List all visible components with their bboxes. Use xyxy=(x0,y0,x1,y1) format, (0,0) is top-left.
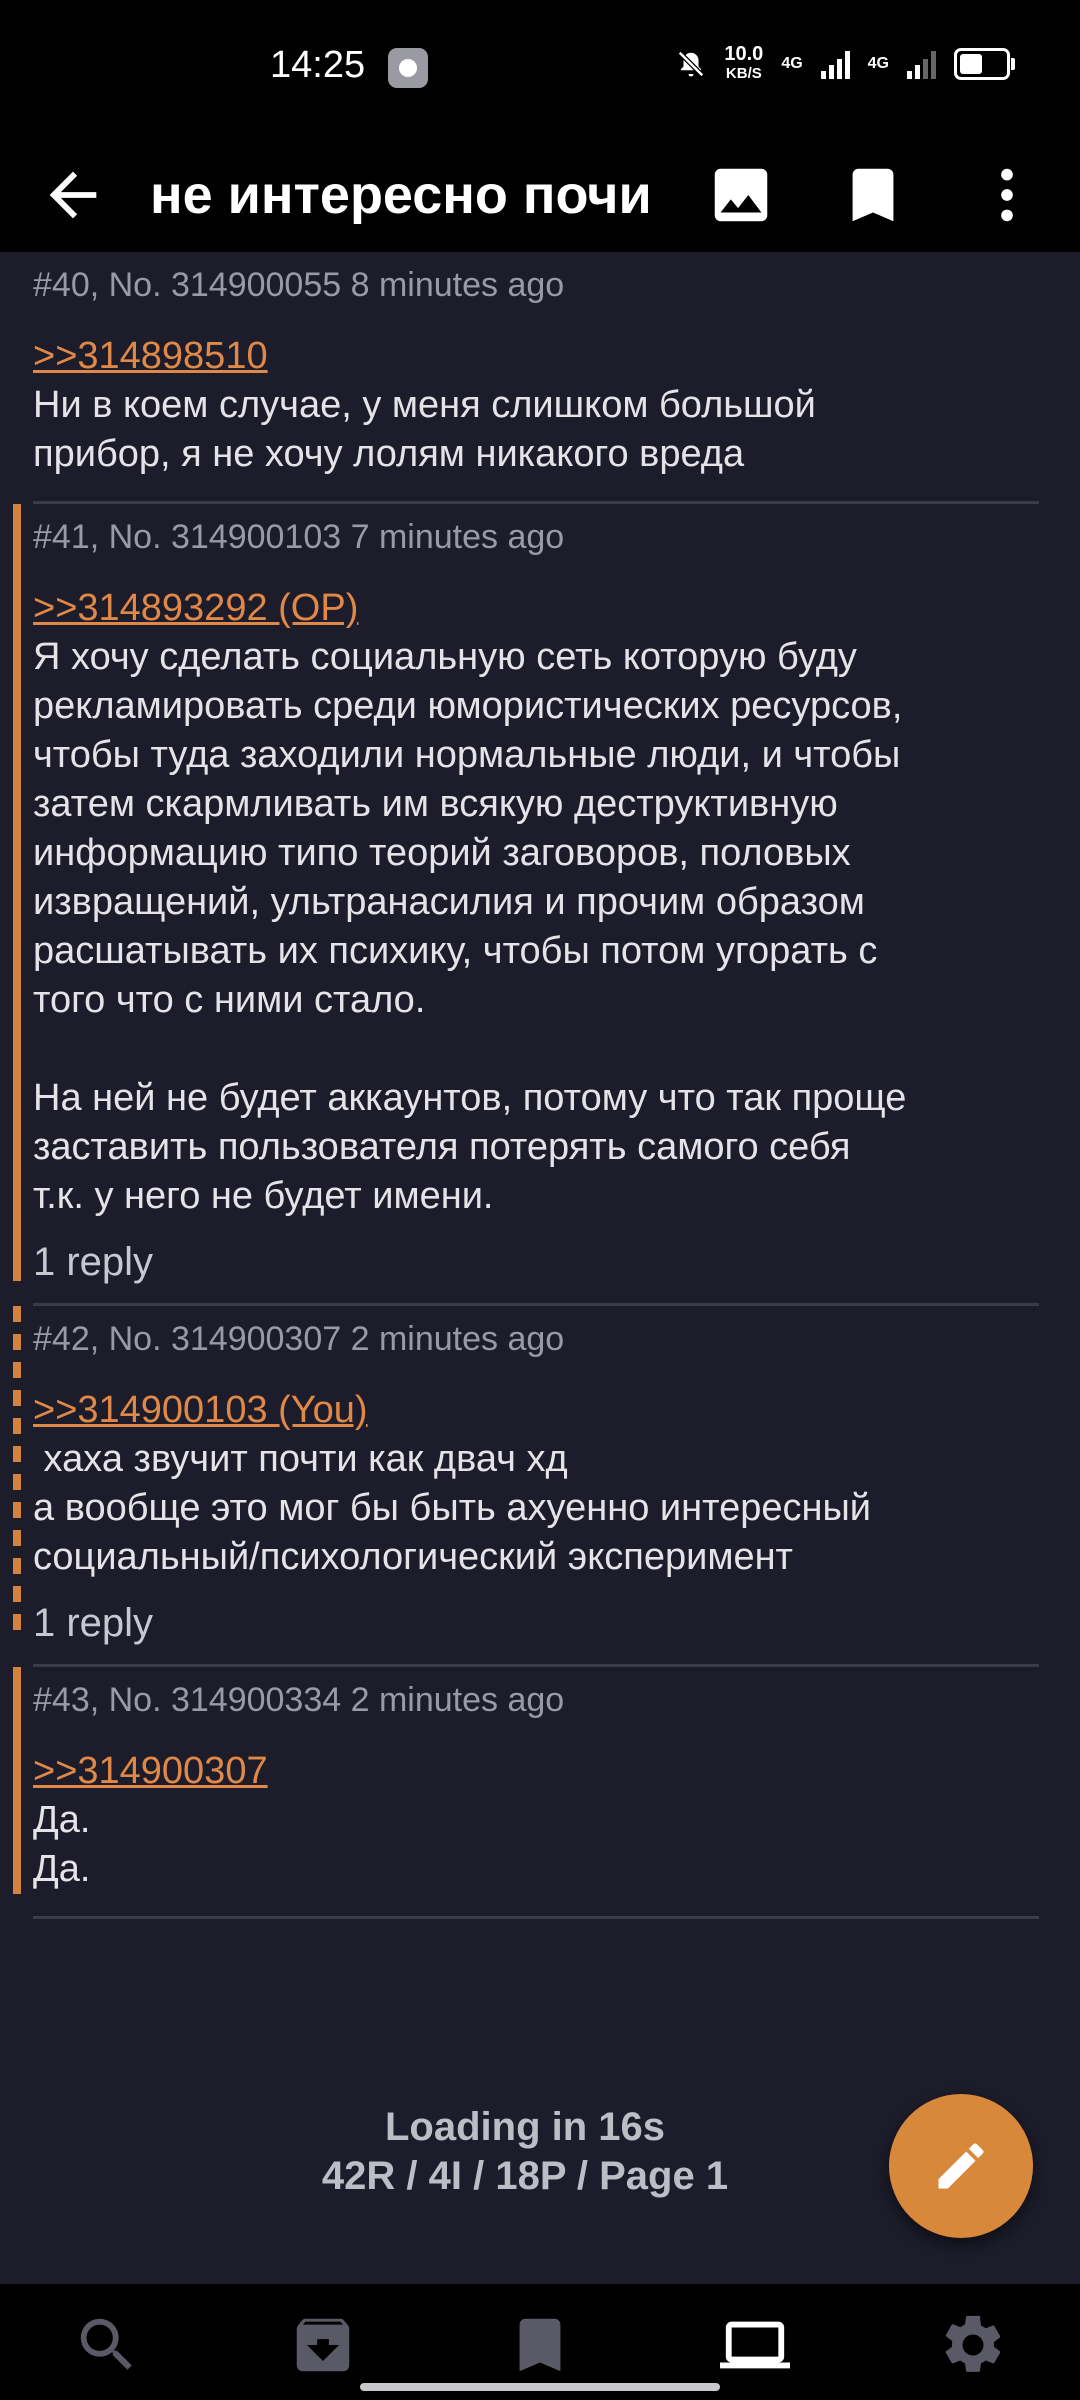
post-42[interactable]: #42, No. 314900307 2 minutes ago >>31490… xyxy=(13,1306,1039,1667)
home-indicator xyxy=(360,2383,720,2391)
post-header: #43, No. 314900334 2 minutes ago xyxy=(33,1681,565,1719)
signal-icon xyxy=(820,49,850,79)
post-text-line: затем скармливать им всякую деструктивну… xyxy=(33,783,838,825)
bookmark-icon[interactable] xyxy=(838,160,908,230)
signal-icon-2 xyxy=(907,49,936,79)
network-type-2: 4G xyxy=(867,55,889,72)
post-text-line: информацию типо теорий заговоров, половы… xyxy=(33,832,851,874)
post-text-line: прибор, я не хочу лолям никакого вреда xyxy=(33,433,745,475)
status-time: 14:25 xyxy=(270,44,366,86)
thread-title: не интересно почи xyxy=(150,165,652,225)
post-text-line: а вообще это мог бы быть ахуенно интерес… xyxy=(33,1487,872,1529)
post-text-line: Да. xyxy=(33,1799,91,1841)
post-spacer xyxy=(33,479,1039,501)
post-text-line: извращений, ультранасилия и прочим образ… xyxy=(33,881,865,923)
post-blank-line xyxy=(33,1025,1039,1074)
archive-icon[interactable] xyxy=(288,2310,358,2380)
post-body: >>314900103 (You) хаха звучит почти как … xyxy=(33,1370,1039,1582)
status-bar: 14:25 10.0 KB/S 4G 4G xyxy=(0,0,1080,138)
post-text-line: хаха звучит почти как двач хд xyxy=(33,1438,568,1480)
post-text-line: На ней не будет аккаунтов, потому что та… xyxy=(33,1077,907,1119)
pencil-icon xyxy=(938,2143,984,2189)
post-text-line: заставить пользователя потерять самого с… xyxy=(33,1126,851,1168)
post-text-line: расшатывать их психику, чтобы потом угор… xyxy=(33,930,878,972)
post-body: >>314893292 (OP) Я хочу сделать социальн… xyxy=(33,568,1039,1221)
mute-icon xyxy=(678,50,705,78)
thread-post-list[interactable]: #40, No. 314900055 8 minutes ago >>31489… xyxy=(0,252,1080,2284)
app-toolbar: не интересно почи xyxy=(0,138,1080,252)
quote-link-op[interactable]: >>314893292 (OP) xyxy=(33,584,1039,633)
back-arrow-icon[interactable] xyxy=(38,160,108,230)
more-vert-icon[interactable] xyxy=(972,160,1042,230)
network-speed: 10.0 KB/S xyxy=(724,44,763,84)
settings-icon[interactable] xyxy=(938,2310,1008,2380)
replies-count[interactable]: 1 reply xyxy=(33,1582,1039,1664)
post-header: #40, No. 314900055 8 minutes ago xyxy=(33,266,565,304)
post-text-line: того что с ними стало. xyxy=(33,979,426,1021)
post-text-line: Да. xyxy=(33,1848,91,1890)
post-text-line: чтобы туда заходили нормальные люди, и ч… xyxy=(33,734,901,776)
post-header: #42, No. 314900307 2 minutes ago xyxy=(33,1320,565,1358)
quote-link-you[interactable]: >>314900103 (You) xyxy=(33,1386,1039,1435)
post-text-line: рекламировать среди юмористических ресур… xyxy=(33,685,903,727)
post-body: >>314900307 Да. Да. xyxy=(33,1731,1039,1894)
post-40[interactable]: #40, No. 314900055 8 minutes ago >>31489… xyxy=(33,252,1039,504)
speed-value: 10.0 xyxy=(724,43,764,65)
post-text-line: Я хочу сделать социальную сеть которую б… xyxy=(33,636,857,678)
post-41[interactable]: #41, No. 314900103 7 minutes ago >>31489… xyxy=(13,504,1039,1306)
post-43[interactable]: #43, No. 314900334 2 minutes ago >>31490… xyxy=(13,1667,1039,1919)
settings-notification-icon xyxy=(388,48,428,88)
post-text-line: Ни в коем случае, у меня слишком большой xyxy=(33,384,816,426)
network-type-1: 4G xyxy=(781,55,803,72)
status-icons: 10.0 KB/S 4G 4G xyxy=(676,44,1015,84)
laptop-icon[interactable] xyxy=(720,2310,790,2380)
bookmark-nav-icon[interactable] xyxy=(505,2310,575,2380)
post-header: #41, No. 314900103 7 minutes ago xyxy=(33,518,565,556)
post-text-line: социальный/психологический эксперимент xyxy=(33,1536,793,1578)
reply-fab-button[interactable] xyxy=(889,2094,1033,2238)
image-icon[interactable] xyxy=(706,160,776,230)
replies-count[interactable]: 1 reply xyxy=(33,1221,1039,1303)
quote-link[interactable]: >>314900307 xyxy=(33,1747,1039,1796)
search-icon[interactable] xyxy=(72,2310,142,2380)
speed-unit: KB/S xyxy=(725,65,762,82)
post-spacer xyxy=(33,1894,1039,1916)
battery-icon xyxy=(954,48,1015,80)
quote-link[interactable]: >>314898510 xyxy=(33,332,1039,381)
post-text-line: т.к. у него не будет имени. xyxy=(33,1175,494,1217)
post-body: >>314898510 Ни в коем случае, у меня сли… xyxy=(33,316,1039,479)
